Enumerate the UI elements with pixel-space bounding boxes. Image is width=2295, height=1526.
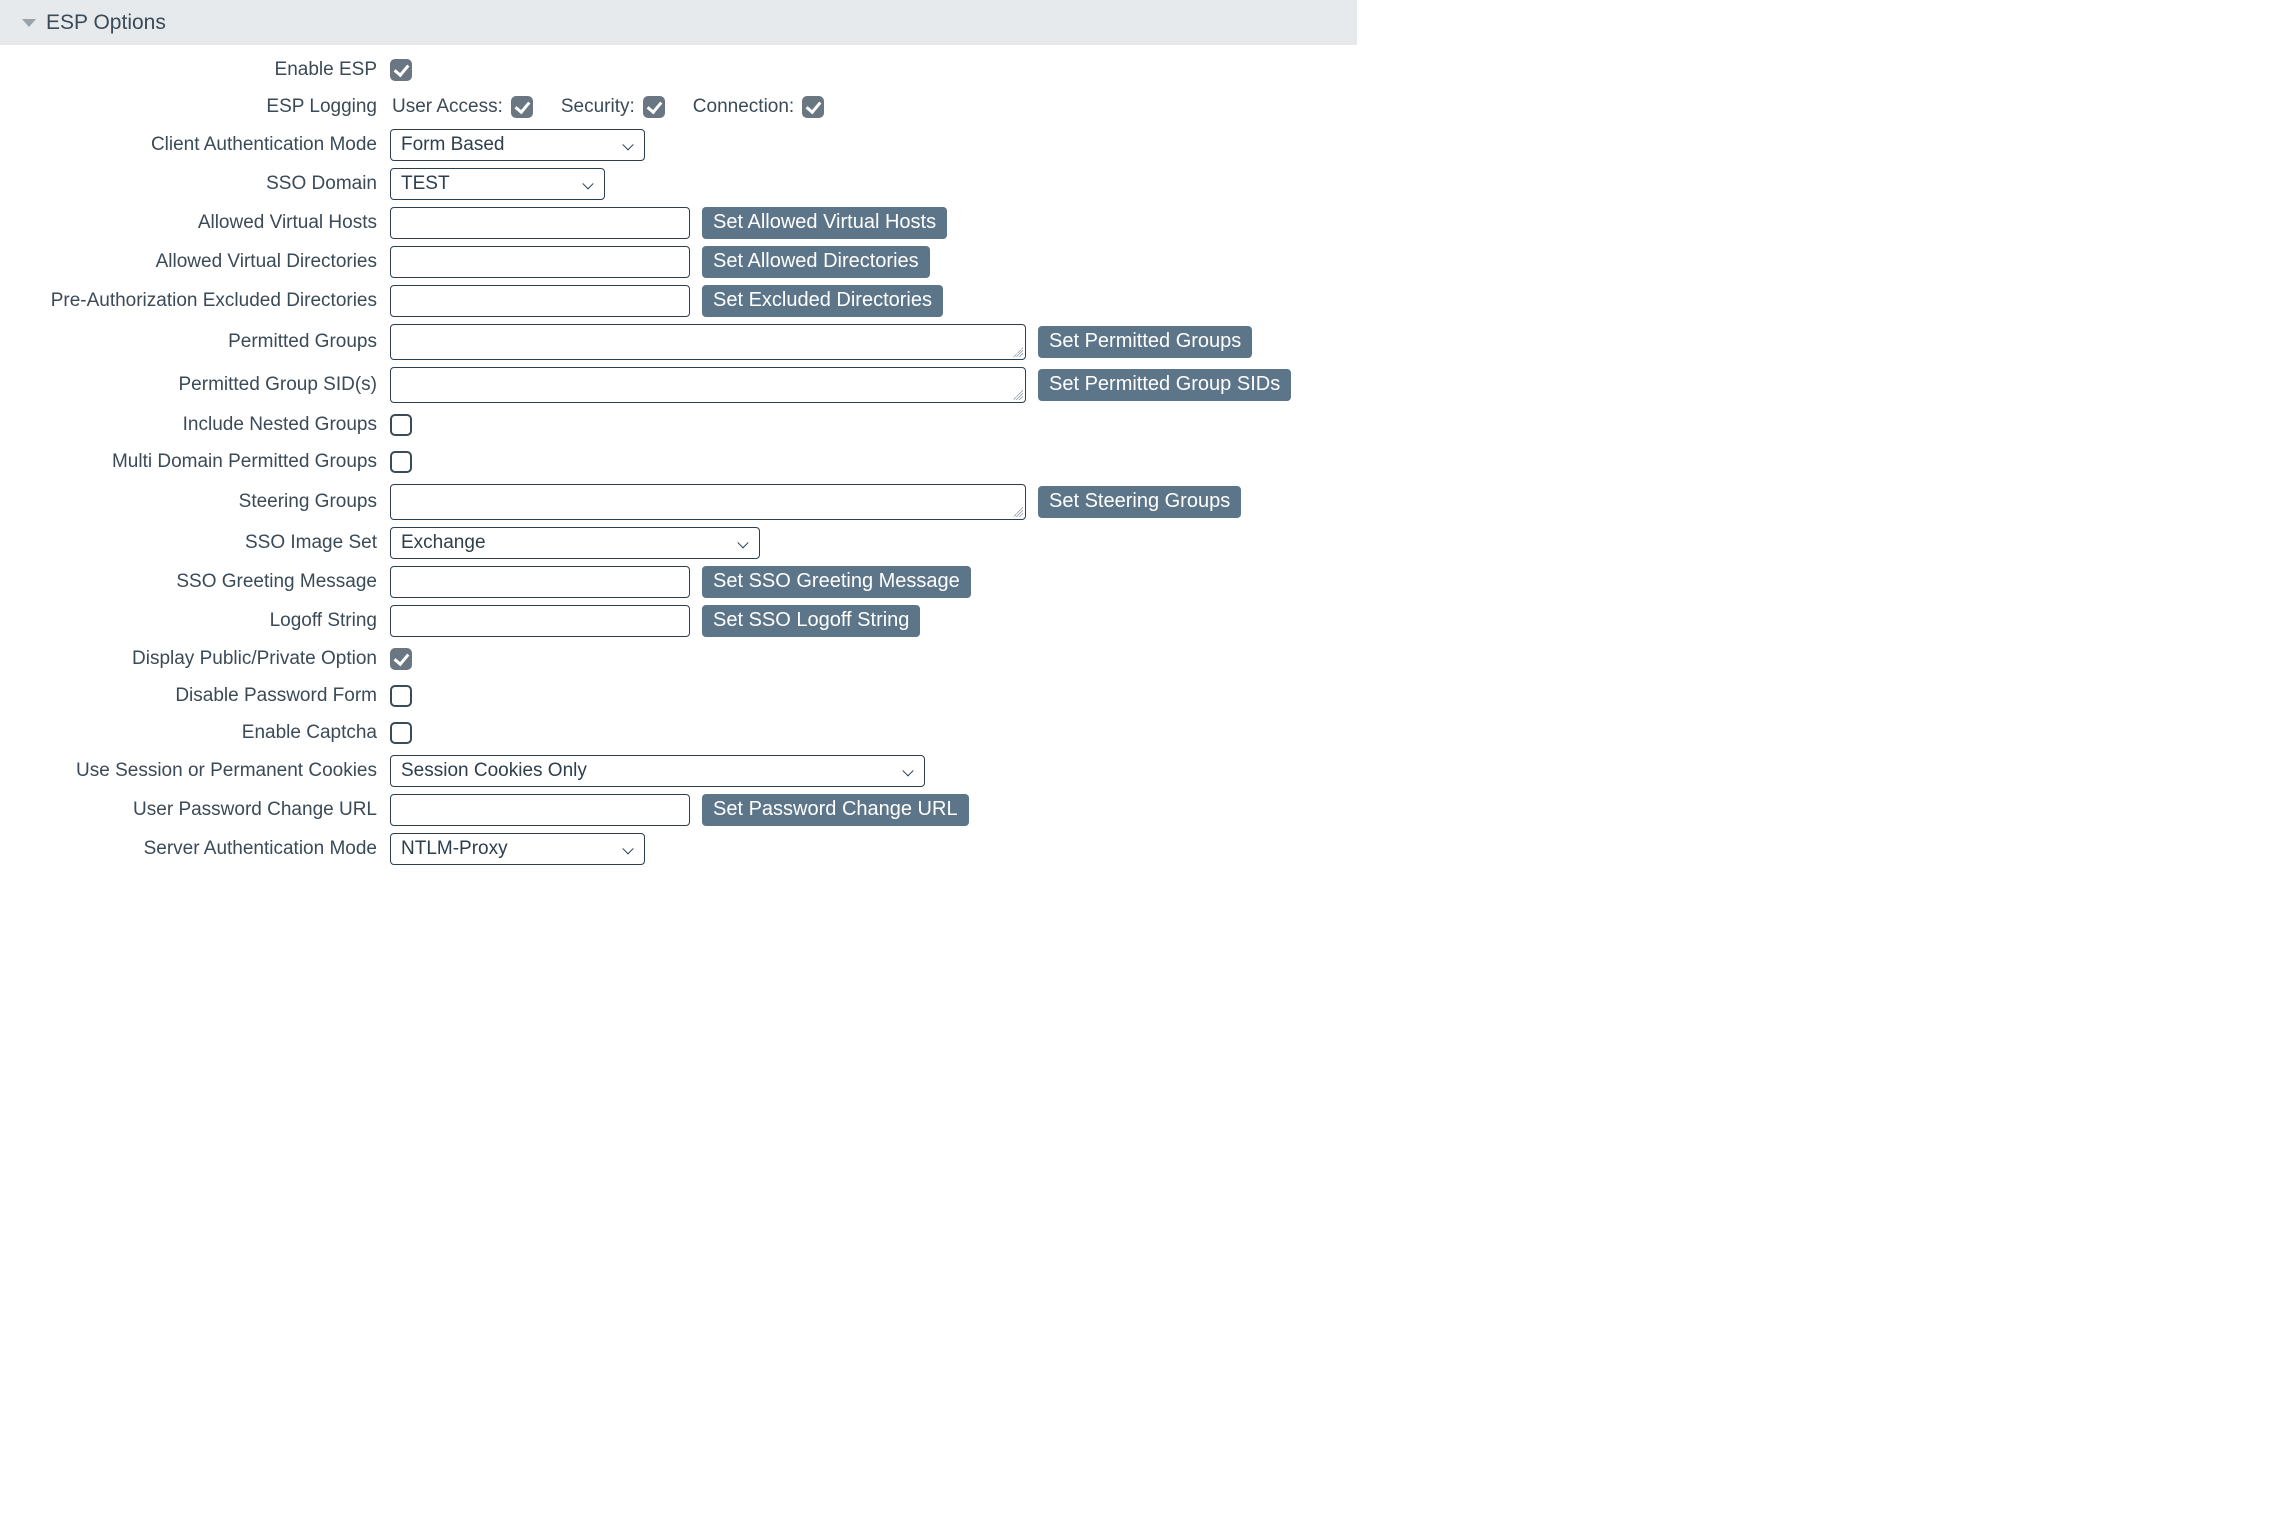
allowed-vhosts-label: Allowed Virtual Hosts bbox=[0, 212, 390, 234]
set-sso-greeting-button[interactable]: Set SSO Greeting Message bbox=[702, 566, 971, 598]
set-perm-groups-button[interactable]: Set Permitted Groups bbox=[1038, 326, 1252, 358]
allowed-vdirs-input[interactable] bbox=[390, 246, 690, 278]
user-access-checkbox[interactable] bbox=[511, 96, 533, 118]
set-perm-group-sids-button[interactable]: Set Permitted Group SIDs bbox=[1038, 369, 1291, 401]
display-ppo-checkbox[interactable] bbox=[390, 648, 412, 670]
user-access-label: User Access: bbox=[392, 96, 503, 118]
sso-image-set-value: Exchange bbox=[401, 532, 486, 554]
enable-captcha-label: Enable Captcha bbox=[0, 722, 390, 744]
enable-esp-label: Enable ESP bbox=[0, 59, 390, 81]
set-steering-groups-button[interactable]: Set Steering Groups bbox=[1038, 486, 1241, 518]
chevron-down-icon bbox=[582, 177, 594, 189]
security-checkbox[interactable] bbox=[643, 96, 665, 118]
connection-checkbox[interactable] bbox=[802, 96, 824, 118]
pwd-change-url-label: User Password Change URL bbox=[0, 799, 390, 821]
perm-group-sids-textarea[interactable] bbox=[390, 367, 1026, 403]
set-logoff-string-button[interactable]: Set SSO Logoff String bbox=[702, 605, 920, 637]
steering-groups-label: Steering Groups bbox=[0, 491, 390, 513]
chevron-down-icon bbox=[622, 842, 634, 854]
multidomain-pg-checkbox[interactable] bbox=[390, 451, 412, 473]
logoff-string-input[interactable] bbox=[390, 605, 690, 637]
sso-domain-value: TEST bbox=[401, 173, 450, 195]
esp-logging-label: ESP Logging bbox=[0, 96, 390, 118]
panel-header[interactable]: ESP Options bbox=[0, 0, 1357, 45]
client-auth-mode-value: Form Based bbox=[401, 134, 504, 156]
chevron-down-icon bbox=[737, 536, 749, 548]
chevron-down-icon bbox=[902, 764, 914, 776]
sso-greeting-input[interactable] bbox=[390, 566, 690, 598]
sso-image-set-label: SSO Image Set bbox=[0, 532, 390, 554]
server-auth-mode-label: Server Authentication Mode bbox=[0, 838, 390, 860]
client-auth-mode-select[interactable]: Form Based bbox=[390, 129, 645, 161]
enable-esp-checkbox[interactable] bbox=[390, 59, 412, 81]
cookies-label: Use Session or Permanent Cookies bbox=[0, 760, 390, 782]
server-auth-mode-value: NTLM-Proxy bbox=[401, 838, 508, 860]
sso-domain-select[interactable]: TEST bbox=[390, 168, 605, 200]
server-auth-mode-select[interactable]: NTLM-Proxy bbox=[390, 833, 645, 865]
perm-group-sids-label: Permitted Group SID(s) bbox=[0, 374, 390, 396]
enable-captcha-checkbox[interactable] bbox=[390, 722, 412, 744]
pwd-change-url-input[interactable] bbox=[390, 794, 690, 826]
perm-groups-textarea[interactable] bbox=[390, 324, 1026, 360]
allowed-vhosts-input[interactable] bbox=[390, 207, 690, 239]
set-allowed-vhosts-button[interactable]: Set Allowed Virtual Hosts bbox=[702, 207, 947, 239]
chevron-down-icon bbox=[622, 138, 634, 150]
sso-greeting-label: SSO Greeting Message bbox=[0, 571, 390, 593]
cookies-select[interactable]: Session Cookies Only bbox=[390, 755, 925, 787]
connection-label: Connection: bbox=[693, 96, 794, 118]
panel-title: ESP Options bbox=[46, 11, 166, 35]
set-preauth-excl-button[interactable]: Set Excluded Directories bbox=[702, 285, 943, 317]
sso-image-set-select[interactable]: Exchange bbox=[390, 527, 760, 559]
include-nested-checkbox[interactable] bbox=[390, 414, 412, 436]
set-allowed-vdirs-button[interactable]: Set Allowed Directories bbox=[702, 246, 930, 278]
sso-domain-label: SSO Domain bbox=[0, 173, 390, 195]
disable-pwd-form-checkbox[interactable] bbox=[390, 685, 412, 707]
logoff-string-label: Logoff String bbox=[0, 610, 390, 632]
multidomain-pg-label: Multi Domain Permitted Groups bbox=[0, 451, 390, 473]
chevron-down-icon bbox=[22, 19, 36, 27]
steering-groups-textarea[interactable] bbox=[390, 484, 1026, 520]
preauth-excl-label: Pre-Authorization Excluded Directories bbox=[0, 290, 390, 312]
allowed-vdirs-label: Allowed Virtual Directories bbox=[0, 251, 390, 273]
include-nested-label: Include Nested Groups bbox=[0, 414, 390, 436]
esp-options-panel: ESP Options Enable ESP ESP Logging User … bbox=[0, 0, 1357, 865]
cookies-value: Session Cookies Only bbox=[401, 760, 587, 782]
preauth-excl-input[interactable] bbox=[390, 285, 690, 317]
security-label: Security: bbox=[561, 96, 635, 118]
client-auth-mode-label: Client Authentication Mode bbox=[0, 134, 390, 156]
display-ppo-label: Display Public/Private Option bbox=[0, 648, 390, 670]
disable-pwd-form-label: Disable Password Form bbox=[0, 685, 390, 707]
perm-groups-label: Permitted Groups bbox=[0, 331, 390, 353]
set-pwd-change-url-button[interactable]: Set Password Change URL bbox=[702, 794, 969, 826]
